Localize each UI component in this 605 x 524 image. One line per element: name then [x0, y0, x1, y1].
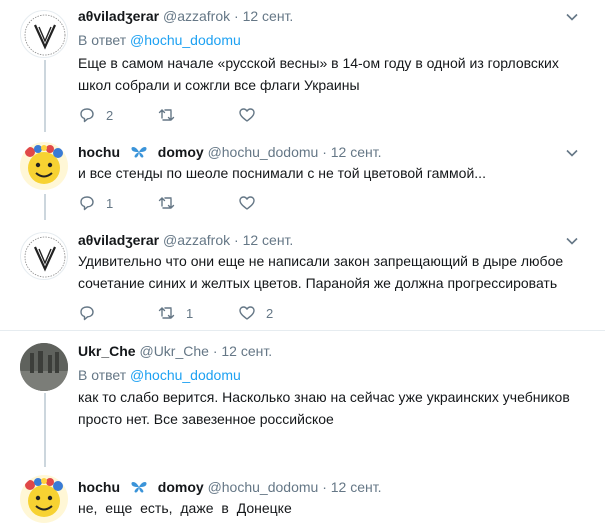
- timestamp[interactable]: 12 сент.: [331, 144, 382, 160]
- avatar[interactable]: [20, 232, 68, 280]
- reply-button[interactable]: 2: [78, 106, 113, 124]
- butterfly-icon: [131, 147, 147, 158]
- avatar[interactable]: [20, 343, 68, 391]
- display-name-part2[interactable]: domoy: [158, 479, 204, 495]
- thread-line: [44, 393, 46, 467]
- reply-count: 2: [106, 107, 114, 123]
- monogram-logo-icon: [24, 236, 66, 278]
- avatar[interactable]: [20, 10, 68, 58]
- tweet[interactable]: hochu domoy @hochu_dodomu · 12 сент. и в…: [0, 132, 605, 220]
- reply-context: В ответ @hochu_dodomu: [78, 367, 241, 383]
- tweet-text: как то слабо верится. Насколько знаю на …: [78, 389, 570, 427]
- reply-mention-link[interactable]: @hochu_dodomu: [130, 32, 241, 48]
- timestamp[interactable]: 12 сент.: [243, 8, 294, 24]
- reply-prefix: В ответ: [78, 367, 127, 383]
- chevron-down-icon[interactable]: [565, 146, 579, 160]
- chevron-down-icon[interactable]: [565, 10, 579, 24]
- like-button[interactable]: [238, 106, 266, 124]
- monogram-logo-icon: [24, 14, 66, 56]
- display-name-part1[interactable]: hochu: [78, 144, 120, 160]
- like-count: 2: [266, 305, 274, 321]
- thread-line: [44, 194, 46, 220]
- like-button[interactable]: 2: [238, 304, 273, 322]
- heart-icon: [239, 196, 255, 210]
- user-handle[interactable]: @azzafrok: [163, 8, 230, 24]
- retweet-button[interactable]: 1: [158, 304, 193, 322]
- reply-icon: [80, 196, 94, 211]
- heart-icon: [239, 108, 255, 122]
- separator-dot: ·: [234, 232, 239, 248]
- reply-context: В ответ @hochu_dodomu: [78, 32, 241, 48]
- thread-line: [44, 60, 46, 132]
- tweet[interactable]: hochu domoy @hochu_dodomu · 12 сент. не,…: [0, 467, 605, 524]
- tweet-text: и все стенды по шеоле поснимали с не той…: [78, 165, 486, 181]
- reply-mention-link[interactable]: @hochu_dodomu: [130, 367, 241, 383]
- reply-prefix: В ответ: [78, 32, 127, 48]
- chevron-down-icon[interactable]: [565, 234, 579, 248]
- reply-icon: [80, 108, 94, 123]
- reply-count: 1: [106, 195, 114, 211]
- user-handle[interactable]: @azzafrok: [163, 232, 230, 248]
- retweet-button[interactable]: [158, 106, 186, 124]
- timestamp[interactable]: 12 сент.: [243, 232, 294, 248]
- display-name-part1[interactable]: hochu: [78, 479, 120, 495]
- separator-dot: ·: [212, 343, 218, 359]
- user-handle[interactable]: @Ukr_Che: [139, 343, 208, 359]
- reply-button[interactable]: 1: [78, 194, 113, 212]
- butterfly-icon: [131, 482, 147, 493]
- avatar[interactable]: [20, 142, 68, 190]
- like-button[interactable]: [238, 194, 266, 212]
- smiley-avatar-icon: [25, 478, 63, 517]
- display-name[interactable]: aθviladʒerar: [78, 232, 159, 248]
- tweet[interactable]: Ukr_Che @Ukr_Che · 12 сент. В ответ @hoc…: [0, 331, 605, 467]
- profile-photo-icon: [20, 343, 68, 391]
- user-handle[interactable]: @hochu_dodomu: [208, 479, 319, 495]
- retweet-button[interactable]: [158, 194, 186, 212]
- tweet-text: не, еще есть, даже в Донецке: [78, 500, 292, 516]
- reply-button[interactable]: [78, 304, 106, 322]
- display-name[interactable]: aθviladʒerar: [78, 8, 159, 24]
- tweet[interactable]: aθviladʒerar @azzafrok · 12 сент. Удивит…: [0, 220, 605, 328]
- user-handle[interactable]: @hochu_dodomu: [208, 144, 319, 160]
- retweet-icon: [158, 109, 175, 121]
- tweet-text: Еще в самом начале «русской весны» в 14-…: [78, 55, 559, 93]
- separator-dot: ·: [234, 8, 239, 24]
- retweet-icon: [158, 307, 175, 319]
- retweet-icon: [158, 197, 175, 209]
- tweet-text: Удивительно что они еще не написали зако…: [78, 253, 564, 291]
- display-name-part2[interactable]: domoy: [158, 144, 204, 160]
- display-name[interactable]: Ukr_Che: [78, 343, 136, 359]
- separator-dot: ·: [322, 144, 327, 160]
- retweet-count: 1: [186, 305, 194, 321]
- tweet[interactable]: aθviladʒerar @azzafrok · 12 сент. В отве…: [0, 0, 605, 132]
- heart-icon: [239, 306, 255, 320]
- smiley-avatar-icon: [25, 145, 63, 184]
- avatar[interactable]: [20, 475, 68, 523]
- timestamp[interactable]: 12 сент.: [331, 479, 382, 495]
- timestamp[interactable]: 12 сент.: [221, 343, 272, 359]
- reply-icon: [80, 306, 94, 321]
- separator-dot: ·: [322, 479, 327, 495]
